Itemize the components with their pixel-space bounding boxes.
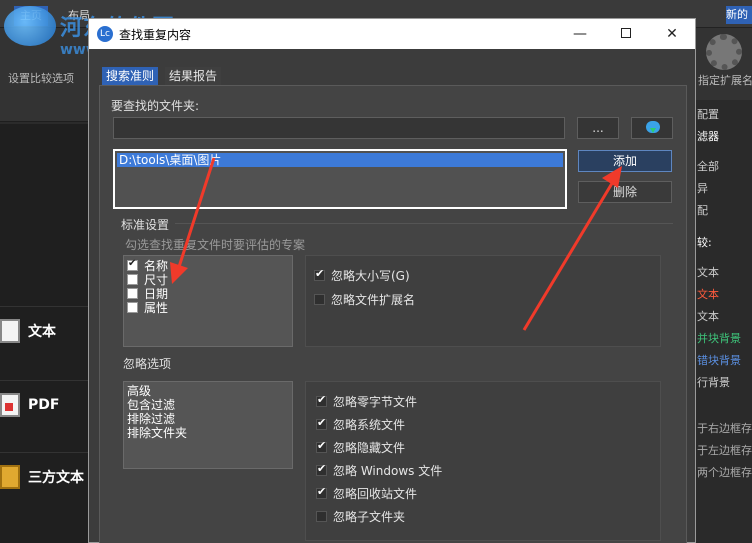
tab-search-criteria[interactable]: 搜索准则 bbox=[102, 67, 159, 85]
checkbox-unchecked[interactable] bbox=[127, 301, 138, 313]
maximize-icon bbox=[621, 28, 631, 38]
folder-path-input[interactable] bbox=[113, 117, 565, 139]
document-icon bbox=[0, 318, 20, 343]
folder-section-label: 要查找的文件夹: bbox=[111, 99, 200, 113]
watermark-logo-icon bbox=[4, 6, 56, 46]
app-icon: Lc bbox=[97, 26, 113, 42]
ignore-recycle-bin-checkbox[interactable]: 忽略回收站文件 bbox=[316, 484, 417, 502]
option-label: 忽略回收站文件 bbox=[333, 486, 418, 501]
minimize-button[interactable]: — bbox=[557, 19, 603, 49]
background-right-row: 于左边框存 bbox=[697, 444, 752, 457]
list-item[interactable]: D:\tools\桌面\图片 bbox=[117, 153, 563, 167]
ignore-options-label: 忽略选项 bbox=[123, 357, 172, 371]
maximize-button[interactable] bbox=[603, 19, 649, 49]
ignore-case-checkbox[interactable]: 忽略大小写(G) bbox=[314, 266, 410, 284]
checkbox-unchecked[interactable] bbox=[314, 293, 325, 305]
background-right-row: 错块背景 bbox=[697, 354, 741, 367]
background-right-row: 较: bbox=[697, 236, 712, 249]
background-right-row: 滤器 bbox=[697, 130, 719, 143]
option-label: 忽略隐藏文件 bbox=[333, 440, 406, 455]
ignore-system-files-checkbox[interactable]: 忽略系统文件 bbox=[316, 415, 405, 433]
checkbox-checked[interactable] bbox=[316, 439, 327, 453]
left-item-pdf[interactable]: PDF bbox=[0, 380, 94, 428]
criteria-label: 属性 bbox=[144, 300, 169, 315]
tab-results-report[interactable]: 结果报告 bbox=[165, 67, 222, 85]
checkbox-checked[interactable] bbox=[316, 416, 327, 430]
dialog-title: 查找重复内容 bbox=[119, 28, 192, 42]
delete-folder-button[interactable]: 删除 bbox=[578, 181, 672, 203]
checkbox-checked[interactable] bbox=[316, 462, 327, 476]
option-label: 忽略文件扩展名 bbox=[331, 292, 416, 307]
download-arrow-icon bbox=[650, 128, 656, 133]
list-item[interactable]: 排除过滤 bbox=[127, 412, 175, 426]
left-item-three-way[interactable]: 三方文本 bbox=[0, 452, 94, 500]
gear-icon[interactable] bbox=[706, 34, 742, 70]
criteria-attributes-checkbox[interactable]: 属性 bbox=[127, 300, 169, 315]
background-right-row: 两个边框存 bbox=[697, 466, 752, 479]
list-item[interactable]: 排除文件夹 bbox=[127, 426, 187, 440]
match-options-panel: 忽略大小写(G) 忽略文件扩展名 bbox=[305, 255, 661, 347]
compare-options-button[interactable]: 设置比较选项 bbox=[8, 70, 74, 86]
option-label: 忽略子文件夹 bbox=[333, 509, 406, 524]
checkbox-checked[interactable] bbox=[127, 258, 138, 271]
checkbox-unchecked[interactable] bbox=[127, 287, 138, 299]
dialog-titlebar[interactable]: Lc 查找重复内容 — ✕ bbox=[89, 19, 695, 49]
background-right-row: 配置 bbox=[697, 108, 719, 121]
background-right-row: 于右边框存 bbox=[697, 422, 752, 435]
background-right-row: 文本 bbox=[697, 266, 719, 279]
checkbox-checked[interactable] bbox=[316, 485, 327, 499]
background-right-row: 配 bbox=[697, 204, 708, 217]
ignore-extension-checkbox[interactable]: 忽略文件扩展名 bbox=[314, 290, 415, 308]
multi-document-icon bbox=[0, 464, 20, 489]
left-item-label: PDF bbox=[28, 396, 60, 413]
list-item[interactable]: 包含过滤 bbox=[127, 398, 175, 412]
option-label: 忽略零字节文件 bbox=[333, 394, 418, 409]
section-divider bbox=[175, 223, 673, 224]
add-folder-button[interactable]: 添加 bbox=[578, 150, 672, 172]
folder-list[interactable]: D:\tools\桌面\图片 bbox=[113, 149, 567, 209]
option-label: 忽略 Windows 文件 bbox=[333, 463, 443, 478]
standard-settings-hint: 勾选查找重复文件时要评估的专案 bbox=[125, 238, 306, 252]
left-item-label: 三方文本 bbox=[28, 469, 84, 486]
find-duplicates-dialog: Lc 查找重复内容 — ✕ 搜索准则 结果报告 要查找的文件夹: ... D:\… bbox=[88, 18, 696, 543]
pdf-icon bbox=[0, 392, 20, 417]
option-label: 忽略系统文件 bbox=[333, 417, 406, 432]
extension-name-button[interactable]: 指定扩展名 bbox=[698, 72, 752, 88]
standard-settings-label: 标准设置 bbox=[121, 218, 170, 232]
ignore-options-panel: 忽略零字节文件 忽略系统文件 忽略隐藏文件 忽略 Windows 文件 忽略回收… bbox=[305, 381, 661, 541]
background-right-row: 全部 bbox=[697, 160, 719, 173]
ignore-subfolders-checkbox[interactable]: 忽略子文件夹 bbox=[316, 507, 405, 525]
left-item-label: 文本 bbox=[28, 323, 56, 340]
left-item-text[interactable]: 文本 bbox=[0, 306, 94, 354]
background-right-row: 文本 bbox=[697, 288, 719, 301]
option-label: 忽略大小写(G) bbox=[331, 268, 410, 283]
browse-button[interactable]: ... bbox=[577, 117, 619, 139]
ignore-zero-byte-checkbox[interactable]: 忽略零字节文件 bbox=[316, 392, 417, 410]
list-item[interactable]: 高级 bbox=[127, 384, 151, 398]
close-button[interactable]: ✕ bbox=[649, 19, 695, 49]
ignore-windows-files-checkbox[interactable]: 忽略 Windows 文件 bbox=[316, 461, 442, 479]
criteria-checklist: 名称 尺寸 日期 属性 bbox=[123, 255, 293, 347]
new-button[interactable]: 新的 bbox=[726, 6, 752, 24]
background-right-row: 行背景 bbox=[697, 376, 730, 389]
ignore-category-list[interactable]: 高级 包含过滤 排除过滤 排除文件夹 bbox=[123, 381, 293, 469]
checkbox-unchecked[interactable] bbox=[127, 273, 138, 285]
cloud-download-button[interactable] bbox=[631, 117, 673, 139]
checkbox-checked[interactable] bbox=[316, 393, 327, 407]
background-right-row: 并块背景 bbox=[697, 332, 741, 345]
background-right-row: 异 bbox=[697, 182, 708, 195]
checkbox-checked[interactable] bbox=[314, 267, 325, 281]
ignore-hidden-files-checkbox[interactable]: 忽略隐藏文件 bbox=[316, 438, 405, 456]
background-right-row: 文本 bbox=[697, 310, 719, 323]
checkbox-unchecked[interactable] bbox=[316, 510, 327, 522]
